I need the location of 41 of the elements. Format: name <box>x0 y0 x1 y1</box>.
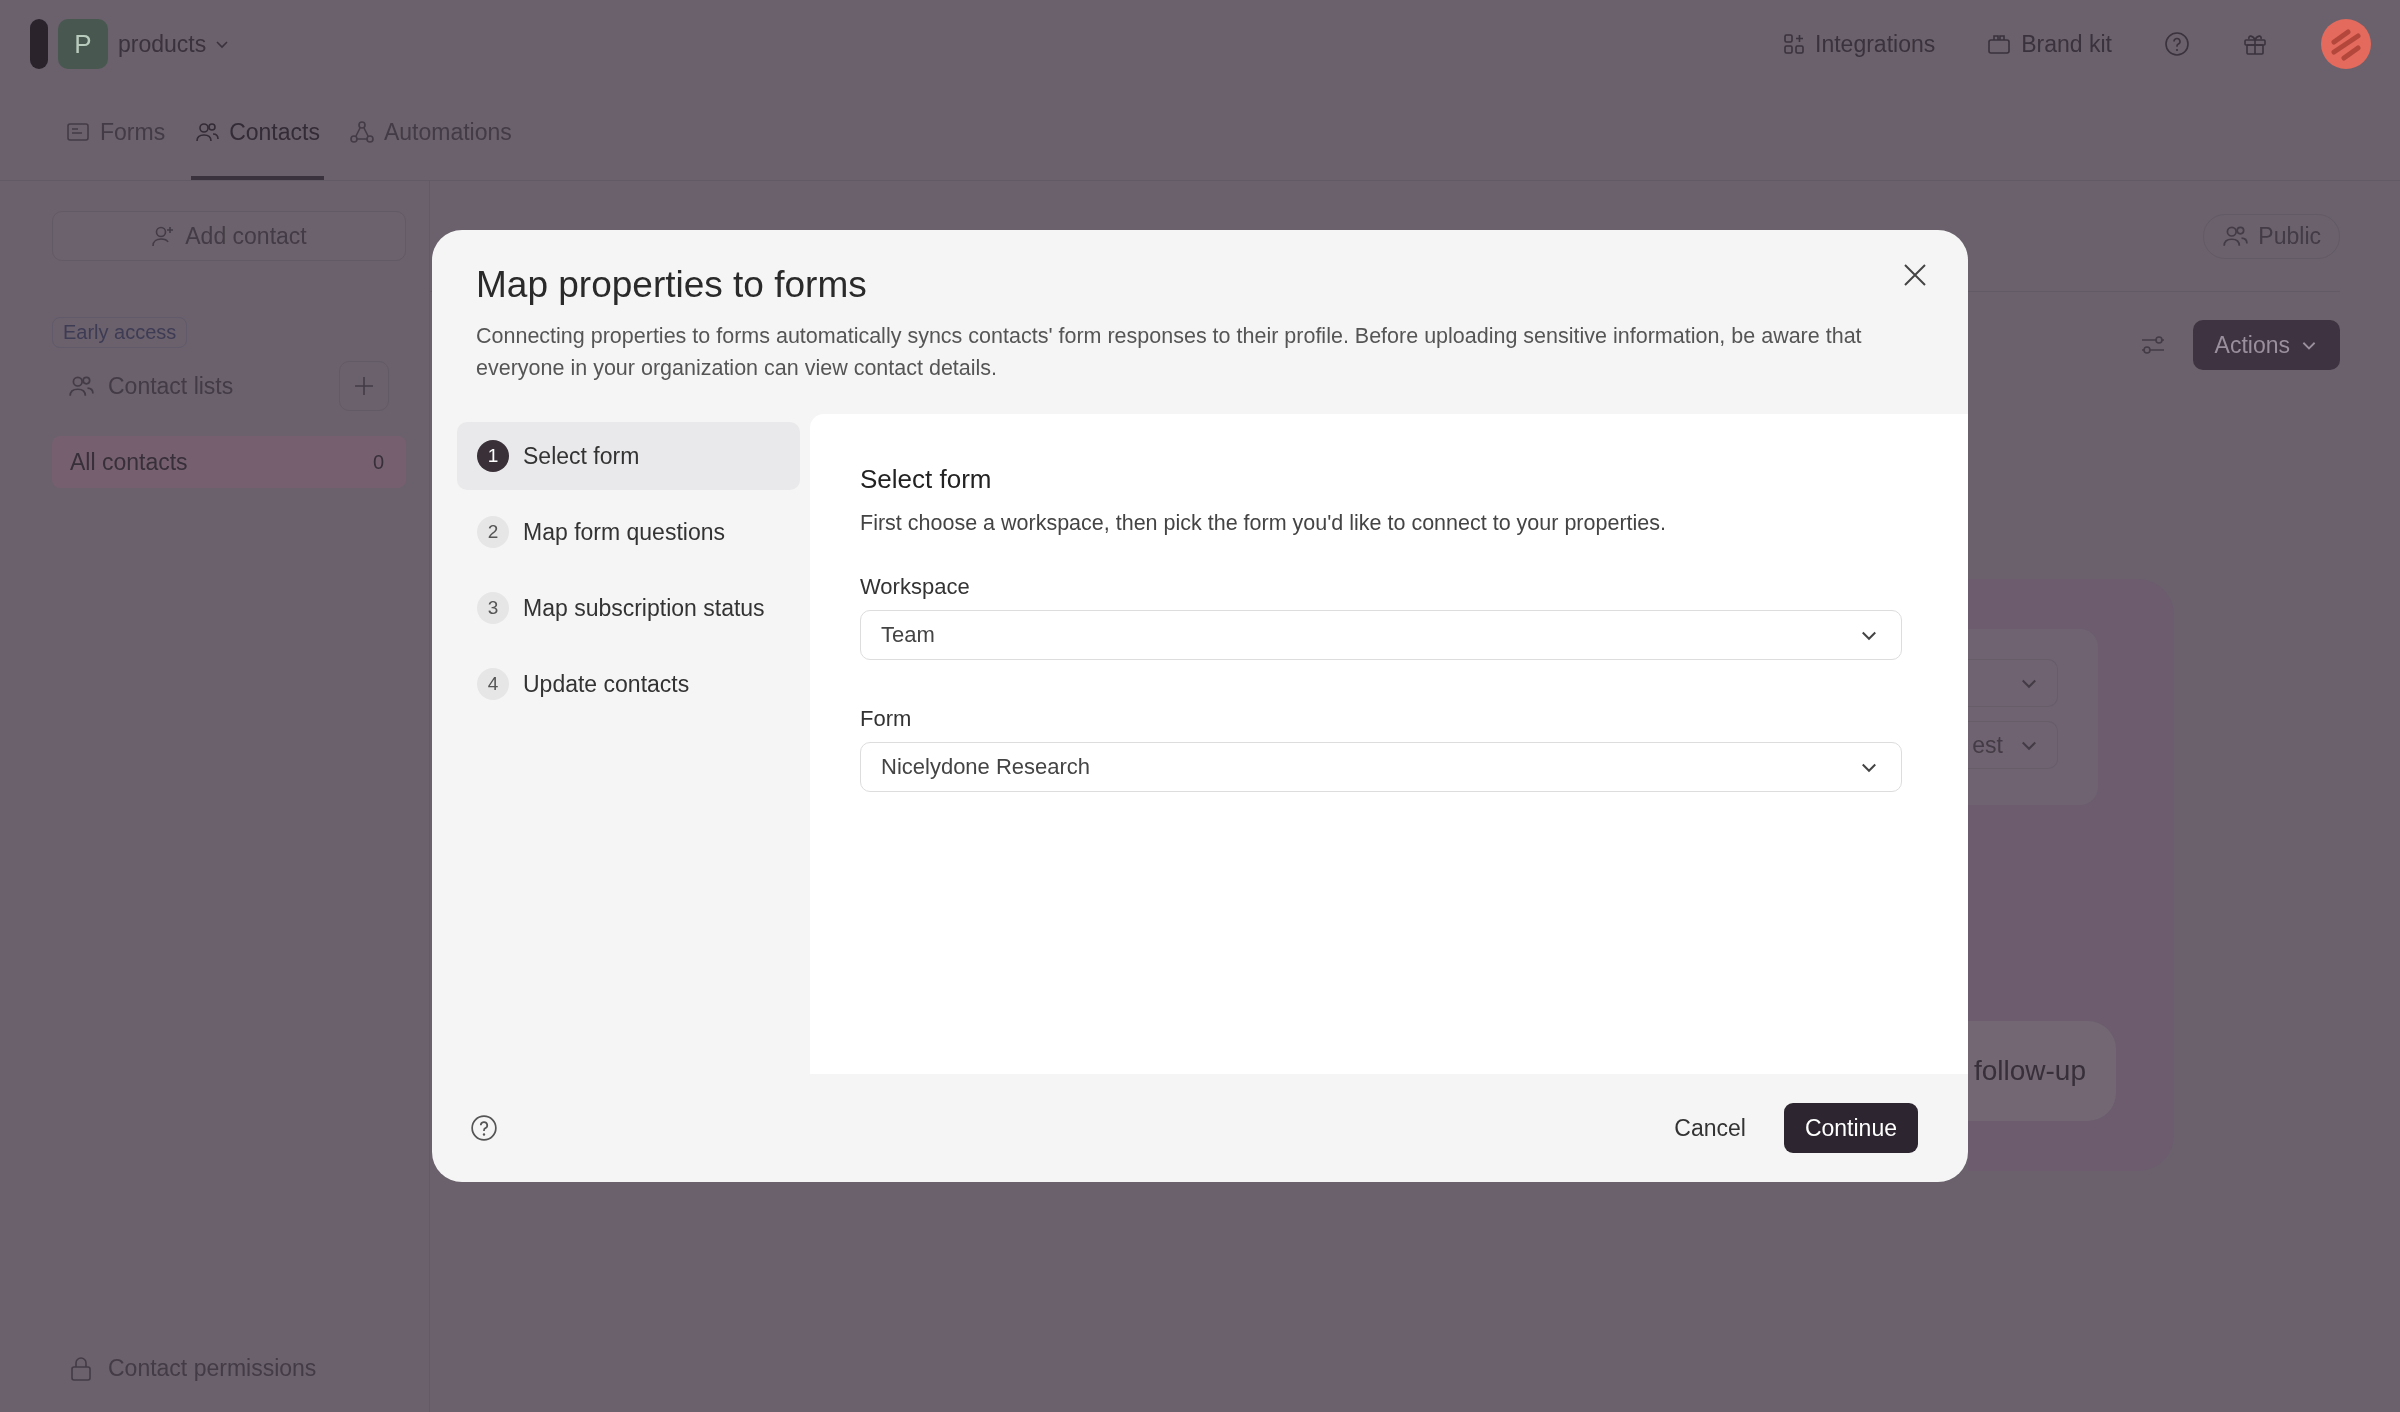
list-name: All contacts <box>70 448 188 476</box>
step-item[interactable]: 3 Map subscription status <box>457 574 800 642</box>
cancel-button[interactable]: Cancel <box>1674 1114 1746 1142</box>
step-number: 1 <box>477 440 509 472</box>
continue-button[interactable]: Continue <box>1783 1103 1918 1153</box>
lock-icon <box>70 1355 92 1382</box>
step-number: 2 <box>477 516 509 548</box>
section-description: First choose a workspace, then pick the form you'd like to connect to your properties. <box>860 511 1667 536</box>
list-count: 0 <box>372 450 384 474</box>
close-icon <box>1902 262 1928 288</box>
modal-description: Connecting properties to forms automatically syncs contacts' form responses to their profile. Before uploading sensitive information, be aware that everyone in your organization can view contact details. <box>476 323 1863 382</box>
add-person-icon <box>151 224 176 248</box>
form-icon <box>66 122 90 142</box>
user-avatar[interactable] <box>2320 18 2372 70</box>
briefcase-icon <box>1987 33 2012 55</box>
people-icon <box>195 121 220 143</box>
select-field[interactable]: Team <box>860 610 1902 660</box>
modal-title: Map properties to forms <box>476 264 868 306</box>
people-icon <box>2222 224 2249 248</box>
step-item[interactable]: 1 Select form <box>457 422 800 490</box>
people-icon <box>68 374 94 398</box>
contact-list-item[interactable]: All contacts 0 <box>52 436 406 488</box>
workspace-handle[interactable] <box>30 19 48 69</box>
field-label: Form <box>860 706 913 732</box>
field-label: Workspace <box>860 574 971 600</box>
close-button[interactable] <box>1902 262 1928 288</box>
step-number: 4 <box>477 668 509 700</box>
step-item[interactable]: 2 Map form questions <box>457 498 800 566</box>
nav-tab[interactable]: Contacts <box>191 88 324 180</box>
actions-button[interactable]: Actions <box>2192 320 2340 370</box>
step-number: 3 <box>477 592 509 624</box>
section-title: Select form <box>860 464 993 495</box>
plus-icon <box>353 375 375 397</box>
preview-pill: follow-up <box>1968 1021 2116 1121</box>
grid-icon <box>1783 33 1806 55</box>
add-list-button[interactable] <box>339 361 389 411</box>
step-item[interactable]: 4 Update contacts <box>457 650 800 718</box>
workspace-avatar: P <box>58 19 108 69</box>
select-field[interactable]: Nicelydone Research <box>860 742 1902 792</box>
nodes-icon <box>349 120 374 144</box>
help-icon[interactable] <box>470 1114 498 1142</box>
